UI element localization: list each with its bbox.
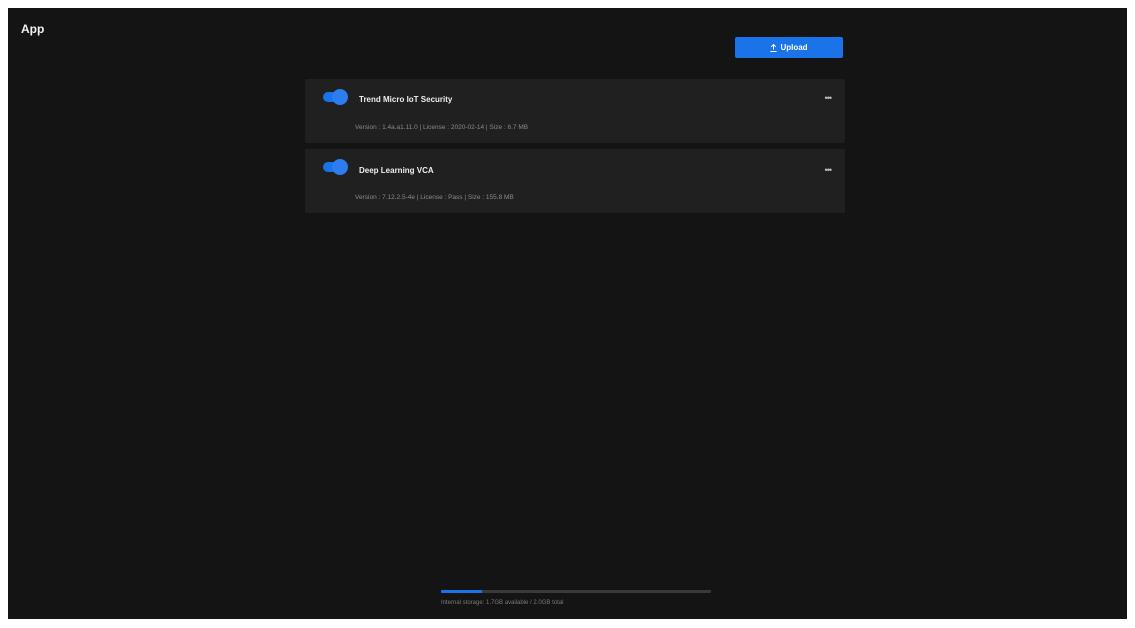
page-title: App [21,22,45,36]
upload-icon [770,43,777,52]
app-meta: Version : 1.4a.a1.11.0 | License : 2020-… [355,124,529,131]
storage-text: Internal storage: 1.7GB available / 2.0G… [441,600,564,606]
more-horizontal-icon[interactable]: ••• [825,166,833,175]
app-meta: Version : 7.12.2.5-4e | License : Pass |… [355,194,514,201]
storage-progress-fill [441,590,482,593]
app-name: Trend Micro IoT Security [359,95,453,104]
app-card: Deep Learning VCA Version : 7.12.2.5-4e … [305,149,845,213]
app-enabled-toggle[interactable] [323,89,348,105]
app-enabled-toggle[interactable] [323,159,348,175]
app-card: Trend Micro IoT Security Version : 1.4a.… [305,79,845,143]
upload-button-label: Upload [780,43,808,52]
more-horizontal-icon[interactable]: ••• [825,94,833,103]
app-name: Deep Learning VCA [359,166,434,175]
storage-progress-bar [441,590,711,593]
upload-button[interactable]: Upload [735,37,843,58]
app-screen: App Upload Trend Micro IoT Security Vers… [8,8,1127,619]
toggle-knob [332,89,348,105]
toggle-knob [332,159,348,175]
